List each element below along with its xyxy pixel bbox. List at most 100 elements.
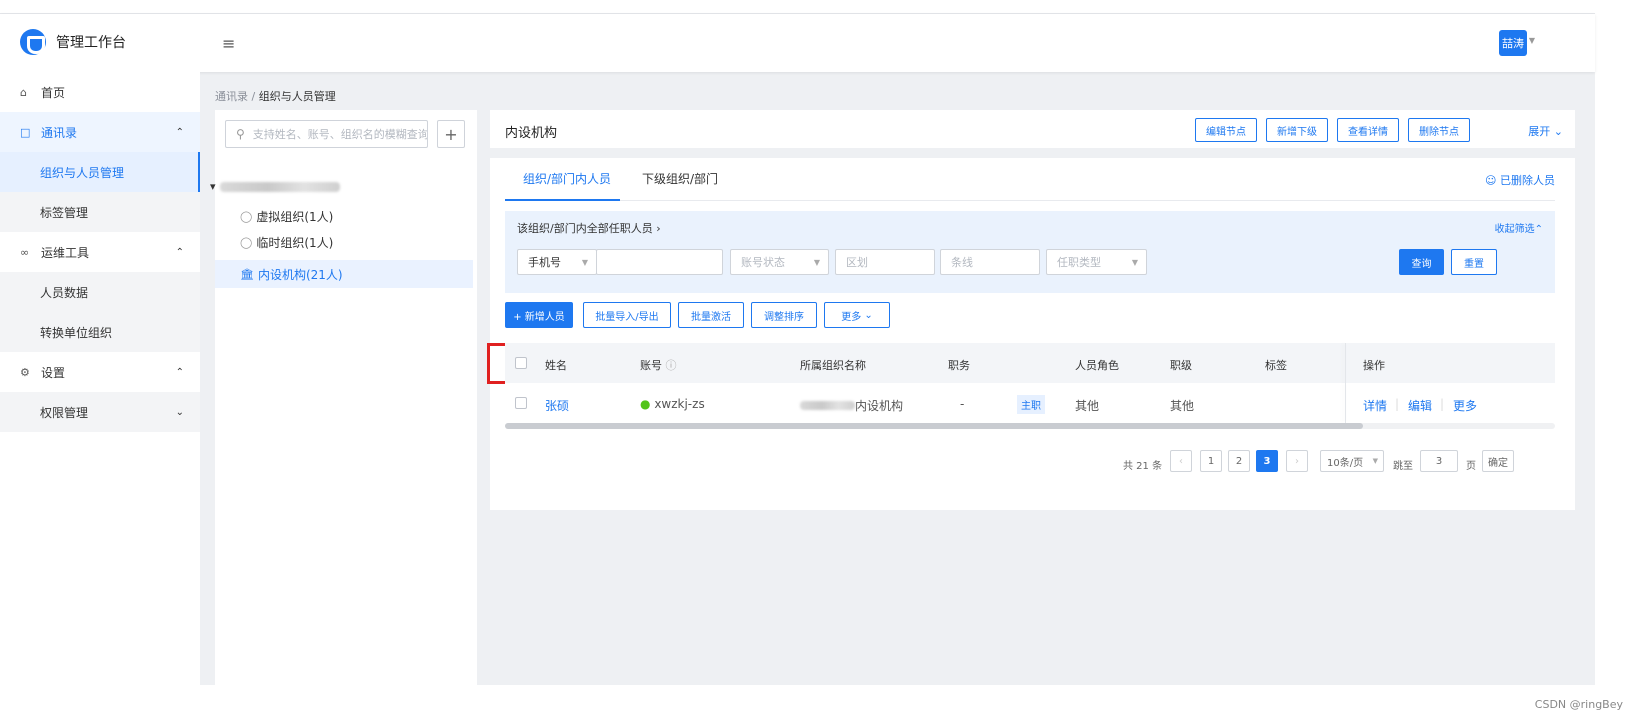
app-window: 管理工作台 ≡ 喆涛 ▼ ⌂ 首页 □ 通讯录 ⌃ 组织与人员管理 标签管理 ∞… [0, 13, 1595, 686]
collapse-filter-link[interactable]: 收起筛选⌃ [1495, 220, 1543, 235]
view-details-button[interactable]: 查看详情 [1337, 118, 1399, 142]
app-title: 管理工作台 [56, 35, 126, 51]
user-avatar[interactable]: 喆涛 [1499, 30, 1527, 56]
app-logo[interactable]: 管理工作台 [20, 29, 126, 55]
menu-collapse-icon[interactable]: ≡ [222, 34, 235, 53]
add-person-button[interactable]: + 新增人员 [505, 302, 573, 328]
col-org-name: 所属组织名称 [800, 359, 866, 372]
horizontal-scrollbar[interactable] [505, 423, 1363, 429]
org-structure-icon: ◯ [240, 210, 253, 223]
filter-title[interactable]: 该组织/部门内全部任职人员 › [517, 220, 661, 236]
account-status-select[interactable]: 账号状态 ▼ [730, 249, 829, 275]
tab-org-people[interactable]: 组织/部门内人员 [523, 170, 611, 187]
select-all-checkbox[interactable] [515, 357, 527, 369]
row-checkbox[interactable] [515, 397, 527, 409]
chevron-down-icon: ⌄ [175, 406, 184, 418]
phone-input[interactable] [596, 249, 723, 275]
sidebar-item-contacts[interactable]: □ 通讯录 ⌃ [0, 112, 200, 152]
col-account-label: 账号 [640, 359, 662, 372]
edit-link[interactable]: 编辑 [1408, 397, 1432, 414]
org-value: 内设机构 [855, 399, 904, 413]
batch-activate-button[interactable]: 批量激活 [678, 302, 744, 328]
input-placeholder: 区划 [846, 256, 868, 269]
sidebar-item-home[interactable]: ⌂ 首页 [0, 72, 200, 112]
node-title: 内设机构 [505, 126, 558, 141]
chevron-down-icon: ▼ [813, 257, 820, 267]
details-link[interactable]: 详情 [1363, 397, 1387, 414]
tab-sub-orgs[interactable]: 下级组织/部门 [642, 170, 718, 187]
person-name-link[interactable]: 张硕 [545, 397, 569, 414]
tree-node-label: 内设机构(21人) [257, 268, 343, 282]
tree-node-label: 虚拟组织(1人) [256, 210, 334, 224]
col-rank: 职级 [1170, 359, 1192, 372]
user-icon: ☺ [1485, 174, 1497, 187]
next-page-button[interactable]: › [1286, 450, 1308, 472]
account-cell: ● xwzkj-zs [640, 397, 705, 411]
sidebar-item-settings[interactable]: ⚙ 设置 ⌃ [0, 352, 200, 392]
job-type-select[interactable]: 任职类型 ▼ [1046, 249, 1147, 275]
main-content: 内设机构 编辑节点 新增下级 查看详情 删除节点 展开 ⌄ 组织/部门内人员 下… [487, 110, 1575, 686]
page-size-select[interactable]: 10条/页 ▼ [1320, 450, 1384, 472]
sidebar-item-label: 运维工具 [41, 245, 90, 260]
tree-search-input[interactable]: ⚲ 支持姓名、账号、组织名的模糊查询 [225, 120, 428, 148]
rank-cell: 其他 [1170, 399, 1195, 413]
line-input[interactable]: 条线 [940, 249, 1040, 275]
chevron-up-icon: ⌃ [175, 246, 184, 258]
page-3-button[interactable]: 3 [1256, 450, 1278, 472]
sidebar-item-label: 设置 [41, 365, 66, 380]
page-1-button[interactable]: 1 [1200, 450, 1222, 472]
page-size-value: 10条/页 [1327, 457, 1364, 469]
sidebar-item-org-people[interactable]: 组织与人员管理 [0, 152, 200, 192]
chevron-down-icon: ⌄ [864, 309, 873, 321]
role-cell: 其他 [1075, 399, 1100, 413]
tree-node-virtual[interactable]: ◯ 虚拟组织(1人) [240, 208, 333, 225]
top-bar: 管理工作台 ≡ 喆涛 ▼ [0, 14, 1595, 72]
sidebar-item-convert-org[interactable]: 转换单位组织 [0, 312, 200, 352]
sidebar: ⌂ 首页 □ 通讯录 ⌃ 组织与人员管理 标签管理 ∞ 运维工具 ⌃ 人员数据 … [0, 72, 200, 686]
more-actions-link[interactable]: 更多 [1453, 397, 1477, 414]
expand-toggle[interactable]: 展开 ⌄ [1528, 123, 1563, 139]
sidebar-item-label: 首页 [41, 85, 66, 100]
prev-page-button[interactable]: ‹ [1170, 450, 1192, 472]
duty-cell: - [960, 397, 965, 411]
chevron-down-icon: ▼ [1372, 457, 1378, 465]
sidebar-item-tags[interactable]: 标签管理 [0, 192, 200, 232]
delete-node-button[interactable]: 删除节点 [1408, 118, 1470, 142]
sidebar-item-label: 人员数据 [40, 285, 89, 300]
people-card: 组织/部门内人员 下级组织/部门 ☺ 已删除人员 该组织/部门内全部任职人员 ›… [487, 158, 1575, 510]
jump-page-input[interactable]: 3 [1420, 450, 1458, 472]
page-unit-label: 页 [1466, 460, 1476, 472]
chevron-up-icon: ⌃ [175, 126, 184, 138]
chevron-down-icon[interactable]: ▼ [1529, 36, 1535, 45]
tree-root-node[interactable]: ▾ [210, 180, 340, 193]
jump-confirm-button[interactable]: 确定 [1482, 450, 1514, 472]
table-header: 姓名 账号 ⓘ 所属组织名称 职务 人员角色 职级 标签 操作 [505, 343, 1555, 423]
adjust-order-button[interactable]: 调整排序 [751, 302, 817, 328]
add-child-button[interactable]: 新增下级 [1266, 118, 1328, 142]
reset-button[interactable]: 重置 [1451, 249, 1497, 275]
sidebar-item-people-data[interactable]: 人员数据 [0, 272, 200, 312]
total-count: 共 21 条 [1123, 460, 1163, 472]
col-duty: 职务 [948, 359, 970, 372]
search-icon: ⚲ [236, 127, 245, 141]
chevron-up-icon: ⌃ [175, 366, 184, 378]
sidebar-item-permissions[interactable]: 权限管理 ⌄ [0, 392, 200, 432]
district-input[interactable]: 区划 [835, 249, 935, 275]
primary-duty-badge: 主职 [1017, 395, 1045, 414]
col-account: 账号 ⓘ [640, 357, 677, 373]
tree-node-internal[interactable]: 🏛 内设机构(21人) [240, 266, 343, 283]
breadcrumb-parent[interactable]: 通讯录 [215, 90, 248, 103]
query-button[interactable]: 查询 [1399, 249, 1444, 275]
select-placeholder: 账号状态 [741, 256, 785, 269]
more-button[interactable]: 更多 ⌄ [824, 302, 890, 328]
batch-import-export-button[interactable]: 批量导入/导出 [583, 302, 671, 328]
tree-node-temp[interactable]: ◯ 临时组织(1人) [240, 234, 333, 251]
add-org-button[interactable]: + [437, 120, 465, 148]
page-2-button[interactable]: 2 [1228, 450, 1250, 472]
status-dot-icon: ● [640, 397, 651, 411]
deleted-people-link[interactable]: ☺ 已删除人员 [1485, 172, 1555, 188]
tree-node-label: 临时组织(1人) [256, 236, 334, 250]
phone-type-select[interactable]: 手机号 ▼ [517, 249, 597, 275]
edit-node-button[interactable]: 编辑节点 [1195, 118, 1257, 142]
sidebar-item-ops-tools[interactable]: ∞ 运维工具 ⌃ [0, 232, 200, 272]
